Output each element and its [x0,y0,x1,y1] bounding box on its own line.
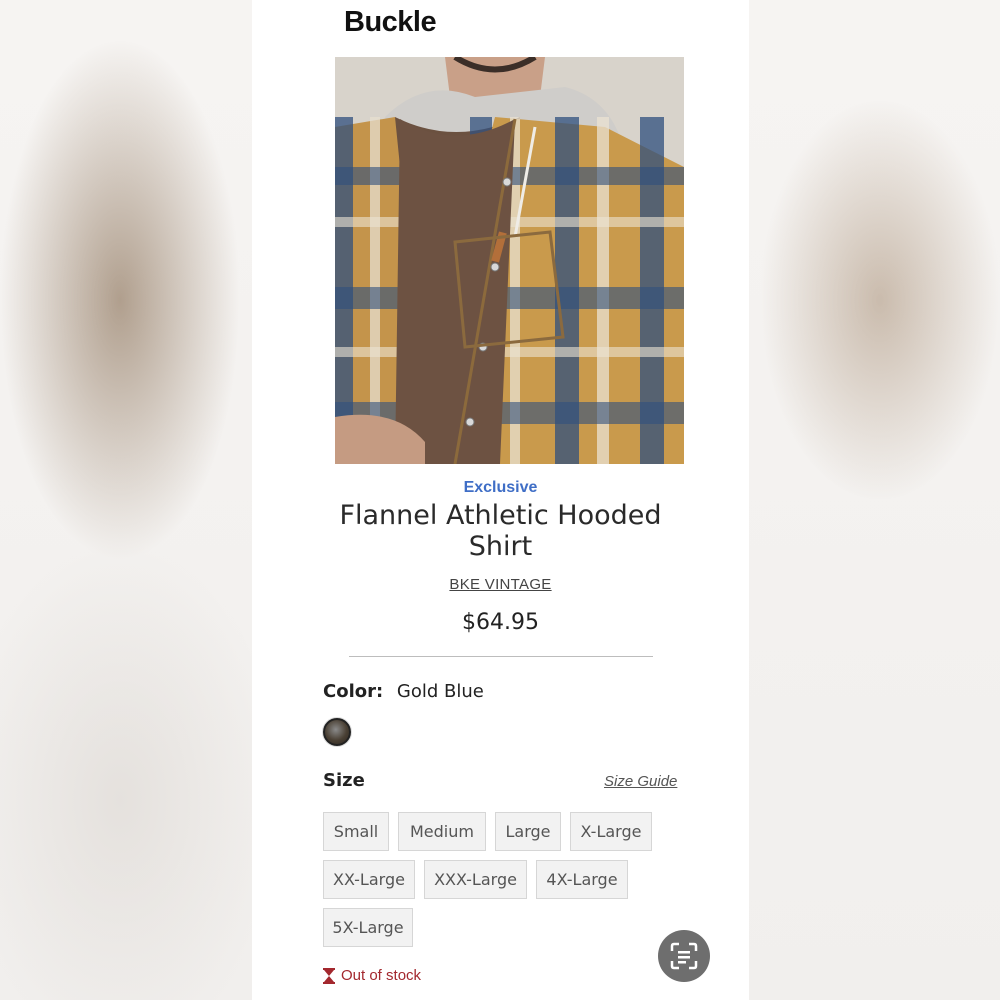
size-option-large[interactable]: Large [495,812,561,851]
size-option-5x-large[interactable]: 5X-Large [323,908,413,947]
product-image[interactable] [335,57,684,464]
size-option-4x-large[interactable]: 4X-Large [536,860,628,899]
size-option-medium[interactable]: Medium [398,812,486,851]
divider [349,656,653,657]
product-title: Flannel Athletic Hooded Shirt [339,500,662,562]
hourglass-icon [323,967,335,984]
exclusive-badge: Exclusive [463,479,538,496]
size-option-xxx-large[interactable]: XXX-Large [424,860,527,899]
color-value: Gold Blue [396,681,484,702]
out-of-stock-text: Out of stock [341,967,422,984]
brand-link[interactable]: BKE VINTAGE [252,576,749,593]
color-label: Color: [323,681,384,702]
color-row: Color: Gold Blue [323,681,484,702]
size-option-xx-large[interactable]: XX-Large [323,860,415,899]
stock-status: Out of stock [323,967,421,984]
visual-search-lens-icon[interactable] [658,930,710,982]
color-swatch-gold-blue[interactable] [323,718,351,746]
buckle-logo[interactable]: Buckle [344,6,437,39]
size-option-small[interactable]: Small [323,812,389,851]
size-label: Size [323,770,365,791]
product-price: $64.95 [462,610,539,635]
size-option-x-large[interactable]: X-Large [570,812,652,851]
product-page: Buckle Exclusive Flannel Athletic Hooded… [252,0,749,1000]
size-guide-link[interactable]: Size Guide [604,773,677,790]
